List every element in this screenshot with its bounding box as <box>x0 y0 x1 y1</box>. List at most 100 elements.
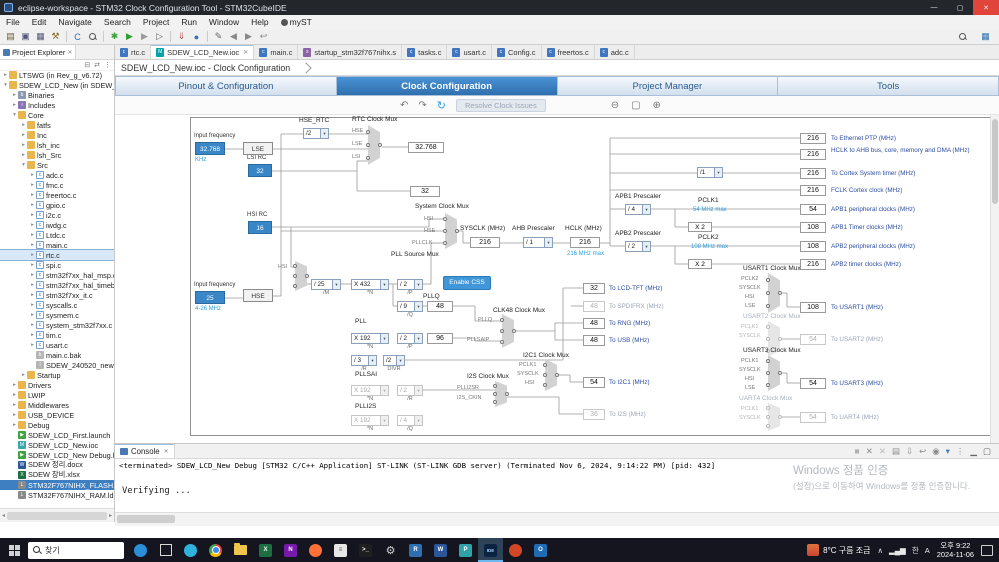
tray-chevron-icon[interactable]: ∧ <box>877 546 883 555</box>
tree-expand-icon[interactable]: ▸ <box>29 222 36 228</box>
link-editor-icon[interactable]: ⇄ <box>94 61 100 69</box>
enable-css-button[interactable]: Enable CSS <box>443 276 491 290</box>
tree-item-inc[interactable]: ▸Inc <box>0 130 114 140</box>
close-console-icon[interactable]: ✕ <box>164 448 169 455</box>
ime-mode-icon[interactable]: A <box>925 546 930 555</box>
plli2sq-divider[interactable]: / 4▾ <box>397 415 423 426</box>
tab-pinout-configuration[interactable]: Pinout & Configuration <box>115 76 337 96</box>
tree-item-sdew-lcd-new-ioc[interactable]: MSDEW_LCD_New.ioc <box>0 440 114 450</box>
tree-expand-icon[interactable]: ▸ <box>11 402 18 408</box>
stm32cubeprogrammer-icon[interactable]: P <box>453 538 478 562</box>
menu-project[interactable]: Project <box>137 17 175 27</box>
pin-console-icon[interactable]: ◉ <box>932 446 939 457</box>
hse-osc[interactable]: HSE <box>243 289 273 302</box>
tree-item-sdew-장비-xlsx[interactable]: XSDEW 장비.xlsx <box>0 470 114 480</box>
tree-item-stm32f767nihx-ram-ld[interactable]: LSTM32F767NIHX_RAM.ld <box>0 490 114 500</box>
tree-item-stm32f767nihx-flash-ld[interactable]: LSTM32F767NIHX_FLASH.ld <box>0 480 114 490</box>
terminal-icon[interactable]: >_ <box>353 538 378 562</box>
mux-input-radio[interactable] <box>293 284 297 288</box>
editor-tab-tasks-c[interactable]: ctasks.c <box>402 45 447 59</box>
console-hscrollbar[interactable] <box>115 512 999 526</box>
collapse-all-icon[interactable]: ⊟ <box>84 61 90 69</box>
remote-desktop-icon[interactable]: R <box>403 538 428 562</box>
tree-item-ltswg-in-rev-g-v6-72[interactable]: ▸LTSWG (in Rev_g_v6.72) <box>0 70 114 80</box>
menu-run[interactable]: Run <box>175 17 203 27</box>
tree-collapse-icon[interactable]: ▾ <box>2 82 9 88</box>
tree-item-system-stm32f7xx-c[interactable]: ▸csystem_stm32f7xx.c <box>0 320 114 330</box>
sysclk-value[interactable]: 216 <box>470 237 500 248</box>
editor-tab-adc-c[interactable]: cadc.c <box>595 45 635 59</box>
tree-item-stm32f7xx-it-c[interactable]: ▸cstm32f7xx_it.c <box>0 290 114 300</box>
stm32cubeide-icon[interactable]: IDE <box>478 538 503 562</box>
excel-icon[interactable]: X <box>253 538 278 562</box>
mux-input-radio[interactable] <box>443 241 447 245</box>
ime-korean-icon[interactable]: 한 <box>912 545 919 556</box>
tree-item-i2c-c[interactable]: ▸ci2c.c <box>0 210 114 220</box>
clock-value-fclk-cortex-clock-mhz[interactable]: 216 <box>800 185 826 196</box>
mux-input-radio[interactable] <box>443 229 447 233</box>
tree-item-debug[interactable]: ▸Debug <box>0 420 114 430</box>
mux-input-radio[interactable] <box>766 383 770 387</box>
back-icon[interactable]: ◀ <box>226 30 241 43</box>
maximize-button[interactable]: ▢ <box>947 0 973 15</box>
clock-value-to-ethernet-ptp-mhz[interactable]: 216 <box>800 133 826 144</box>
mux-input-radio[interactable] <box>543 363 547 367</box>
action-center-icon[interactable] <box>981 545 993 556</box>
myst-account[interactable]: myST <box>281 17 312 27</box>
mux-input-radio[interactable] <box>766 291 770 295</box>
tree-item-src[interactable]: ▾Src <box>0 160 114 170</box>
pllsain-multiplier[interactable]: X 192▾ <box>351 333 389 344</box>
tree-expand-icon[interactable]: ▸ <box>29 202 36 208</box>
hse-input-frequency[interactable]: 25 <box>195 291 225 304</box>
scroll-left-icon[interactable]: ◂ <box>2 512 5 519</box>
menu-search[interactable]: Search <box>98 17 137 27</box>
tree-item-startup[interactable]: ▸Startup <box>0 370 114 380</box>
mux-input-radio[interactable] <box>493 384 497 388</box>
tree-item-usart-c[interactable]: ▸cusart.c <box>0 340 114 350</box>
pllp-divider[interactable]: / 2▾ <box>397 279 423 290</box>
tree-item-drivers[interactable]: ▸Drivers <box>0 380 114 390</box>
tab-console[interactable]: Console ✕ <box>115 444 175 458</box>
mux-input-radio[interactable] <box>766 304 770 308</box>
forward-icon[interactable]: ▶ <box>241 30 256 43</box>
mux-input-radio[interactable] <box>366 143 370 147</box>
plli2sr-divider[interactable]: / 2▾ <box>397 385 423 396</box>
scroll-thumb[interactable] <box>7 512 107 520</box>
save-icon[interactable]: ▣ <box>18 30 33 43</box>
tree-expand-icon[interactable]: ▸ <box>11 422 18 428</box>
tree-expand-icon[interactable]: ▸ <box>29 342 36 348</box>
clock-value-to-lcd-tft-mhz[interactable]: 32 <box>583 283 605 294</box>
tree-expand-icon[interactable]: ▸ <box>11 92 18 98</box>
tab-project-explorer[interactable]: Project Explorer ✕ <box>0 45 76 59</box>
hsi-rc[interactable]: 16 <box>248 221 272 234</box>
tree-expand-icon[interactable]: ▸ <box>20 152 27 158</box>
apb2-prescaler[interactable]: / 2▾ <box>625 241 651 252</box>
run-icon[interactable]: ▶ <box>122 30 137 43</box>
close-button[interactable]: ✕ <box>973 0 999 15</box>
clock-value-apb2-peripheral-clocks-mhz[interactable]: 108 <box>800 241 826 252</box>
clock-value-apb1-timer-clocks-mhz[interactable]: 108 <box>800 222 826 233</box>
onenote-icon[interactable]: N <box>278 538 303 562</box>
clock-value-to-i2c1-mhz[interactable]: 54 <box>583 377 605 388</box>
diagram-vscrollbar[interactable] <box>990 115 999 443</box>
apb1-prescaler[interactable]: / 4▾ <box>625 204 651 215</box>
clock-value-to-rng-mhz[interactable]: 48 <box>583 318 605 329</box>
clock-value-apb2-timer-clocks-mhz[interactable]: 216 <box>800 259 826 270</box>
powerpoint-icon[interactable] <box>503 538 528 562</box>
minimize-view-icon[interactable]: ▁ <box>970 446 977 457</box>
tree-item-lsh-src[interactable]: ▸lsh_Src <box>0 150 114 160</box>
outlook-icon[interactable]: O <box>528 538 553 562</box>
debug-icon[interactable]: ✱ <box>107 30 122 43</box>
zoom-fit-icon[interactable]: ▢ <box>631 100 640 111</box>
clock-value-to-i2s-mhz[interactable]: 36 <box>583 409 605 420</box>
explorer-hscrollbar[interactable]: ◂ ▸ <box>0 508 114 522</box>
tree-item-sysmem-c[interactable]: ▸csysmem.c <box>0 310 114 320</box>
chat-icon[interactable] <box>128 538 153 562</box>
view-menu-icon[interactable]: ⋮ <box>956 446 965 457</box>
mux-input-radio[interactable] <box>293 274 297 278</box>
tree-item-gpio-c[interactable]: ▸cgpio.c <box>0 200 114 210</box>
taskbar-clock[interactable]: 오후 9:22 2024-11-06 <box>937 541 974 559</box>
mux-input-radio[interactable] <box>500 340 504 344</box>
mux-input-radio[interactable] <box>543 373 547 377</box>
close-view-icon[interactable]: ✕ <box>67 49 72 56</box>
